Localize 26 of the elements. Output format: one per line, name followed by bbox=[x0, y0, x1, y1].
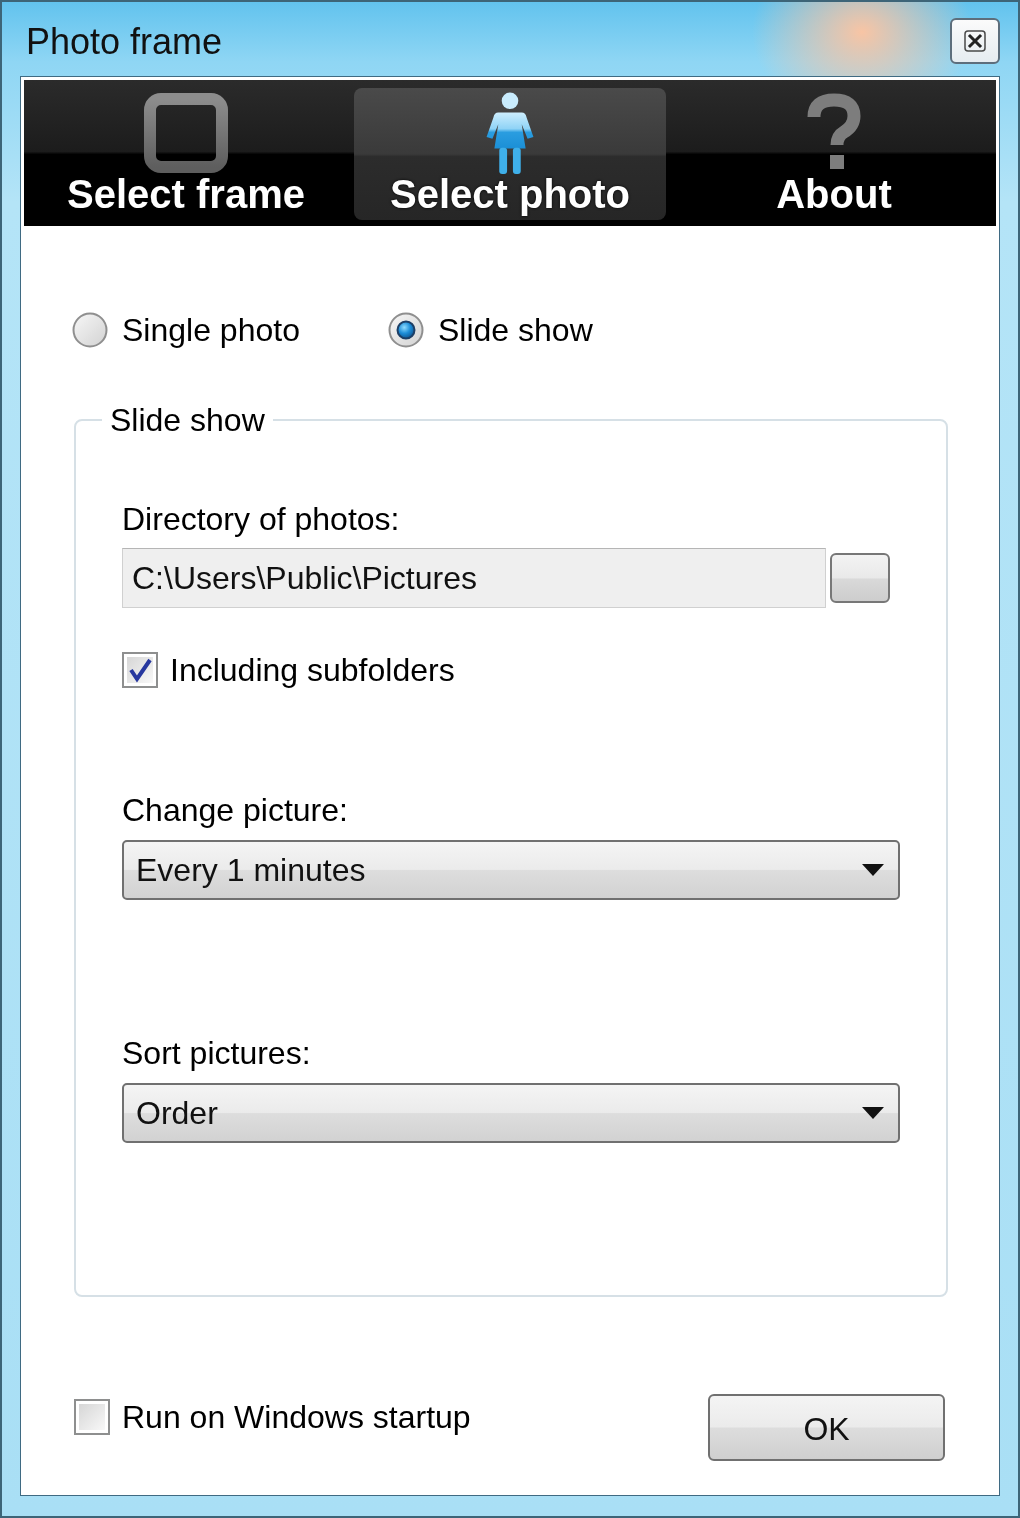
tab[interactable]: Select photo bbox=[354, 88, 666, 220]
checkbox-label[interactable]: Including subfolders bbox=[170, 652, 455, 688]
field-label: Sort pictures: bbox=[122, 1035, 312, 1071]
checkbox-label[interactable]: Run on Windows startup bbox=[122, 1399, 471, 1435]
radio-label[interactable]: Slide show bbox=[438, 312, 593, 348]
checkbox[interactable] bbox=[74, 1399, 110, 1435]
dropdown[interactable]: Order bbox=[122, 1083, 900, 1143]
tab[interactable]: Select frame bbox=[30, 88, 342, 220]
ok-button[interactable]: OK bbox=[708, 1394, 945, 1461]
input-field[interactable]: C:\Users\Public\Pictures bbox=[122, 548, 826, 608]
group-title: Slide show bbox=[109, 402, 266, 438]
field-label: Change picture: bbox=[122, 792, 349, 828]
window-title: Photo frame bbox=[25, 22, 223, 62]
square-frame-icon bbox=[144, 92, 228, 174]
close-button[interactable] bbox=[950, 18, 1000, 64]
tab[interactable]: About bbox=[678, 88, 990, 220]
radio-button[interactable] bbox=[72, 312, 108, 348]
checkbox[interactable] bbox=[122, 652, 158, 688]
caret-icon bbox=[862, 864, 884, 876]
field-label: Directory of photos: bbox=[122, 501, 401, 537]
caret-icon bbox=[862, 1107, 884, 1119]
radio-button[interactable] bbox=[388, 312, 424, 348]
browse-button[interactable] bbox=[830, 553, 890, 603]
dropdown[interactable]: Every 1 minutes bbox=[122, 840, 900, 900]
radio-label[interactable]: Single photo bbox=[122, 312, 300, 348]
close-icon bbox=[964, 30, 986, 52]
